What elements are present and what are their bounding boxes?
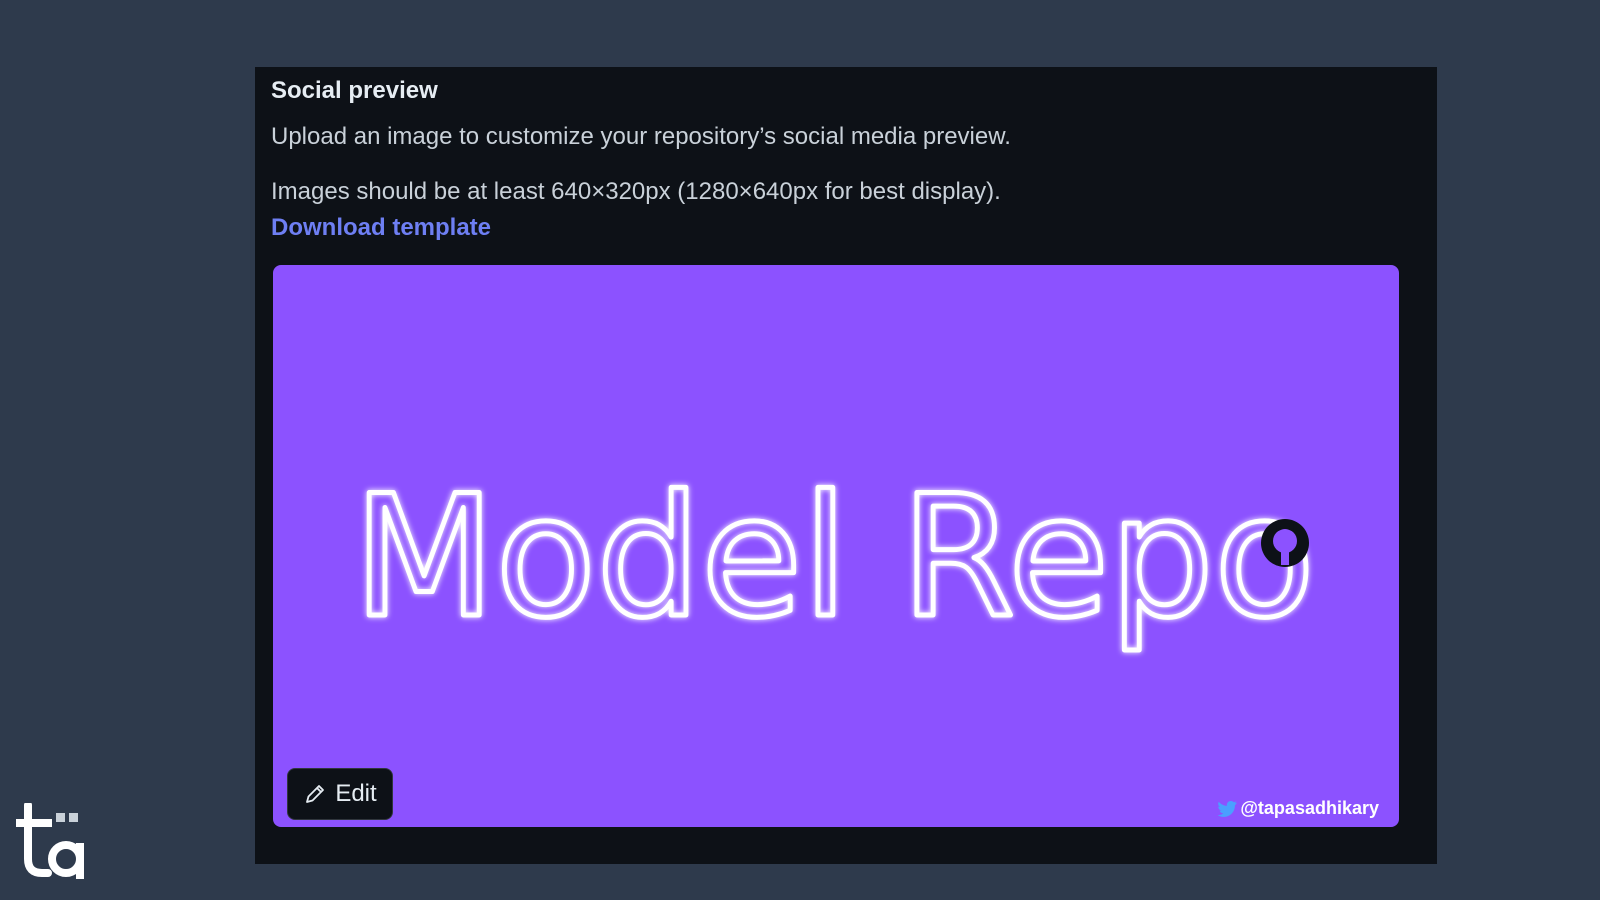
ta-logo [14,801,88,888]
edit-button-label: Edit [335,780,377,807]
section-description: Upload an image to customize your reposi… [271,123,1011,150]
handle-text: @tapasadhikary [1240,798,1379,818]
github-icon [1261,519,1309,567]
image-requirements: Images should be at least 640×320px (128… [271,178,1001,205]
edit-button[interactable]: Edit [287,768,393,820]
preview-headline: Model Repo [353,459,1315,655]
section-title: Social preview [271,77,438,104]
social-preview-image: Model Repo Edit @tapasadhikary [273,265,1399,827]
pencil-icon [303,782,327,806]
social-preview-panel: Social preview Upload an image to custom… [255,67,1437,864]
twitter-handle: @tapasadhikary [1218,798,1379,819]
preview-artwork: Model Repo [351,457,1318,658]
twitter-icon [1218,800,1238,818]
download-template-link[interactable]: Download template [271,214,491,242]
